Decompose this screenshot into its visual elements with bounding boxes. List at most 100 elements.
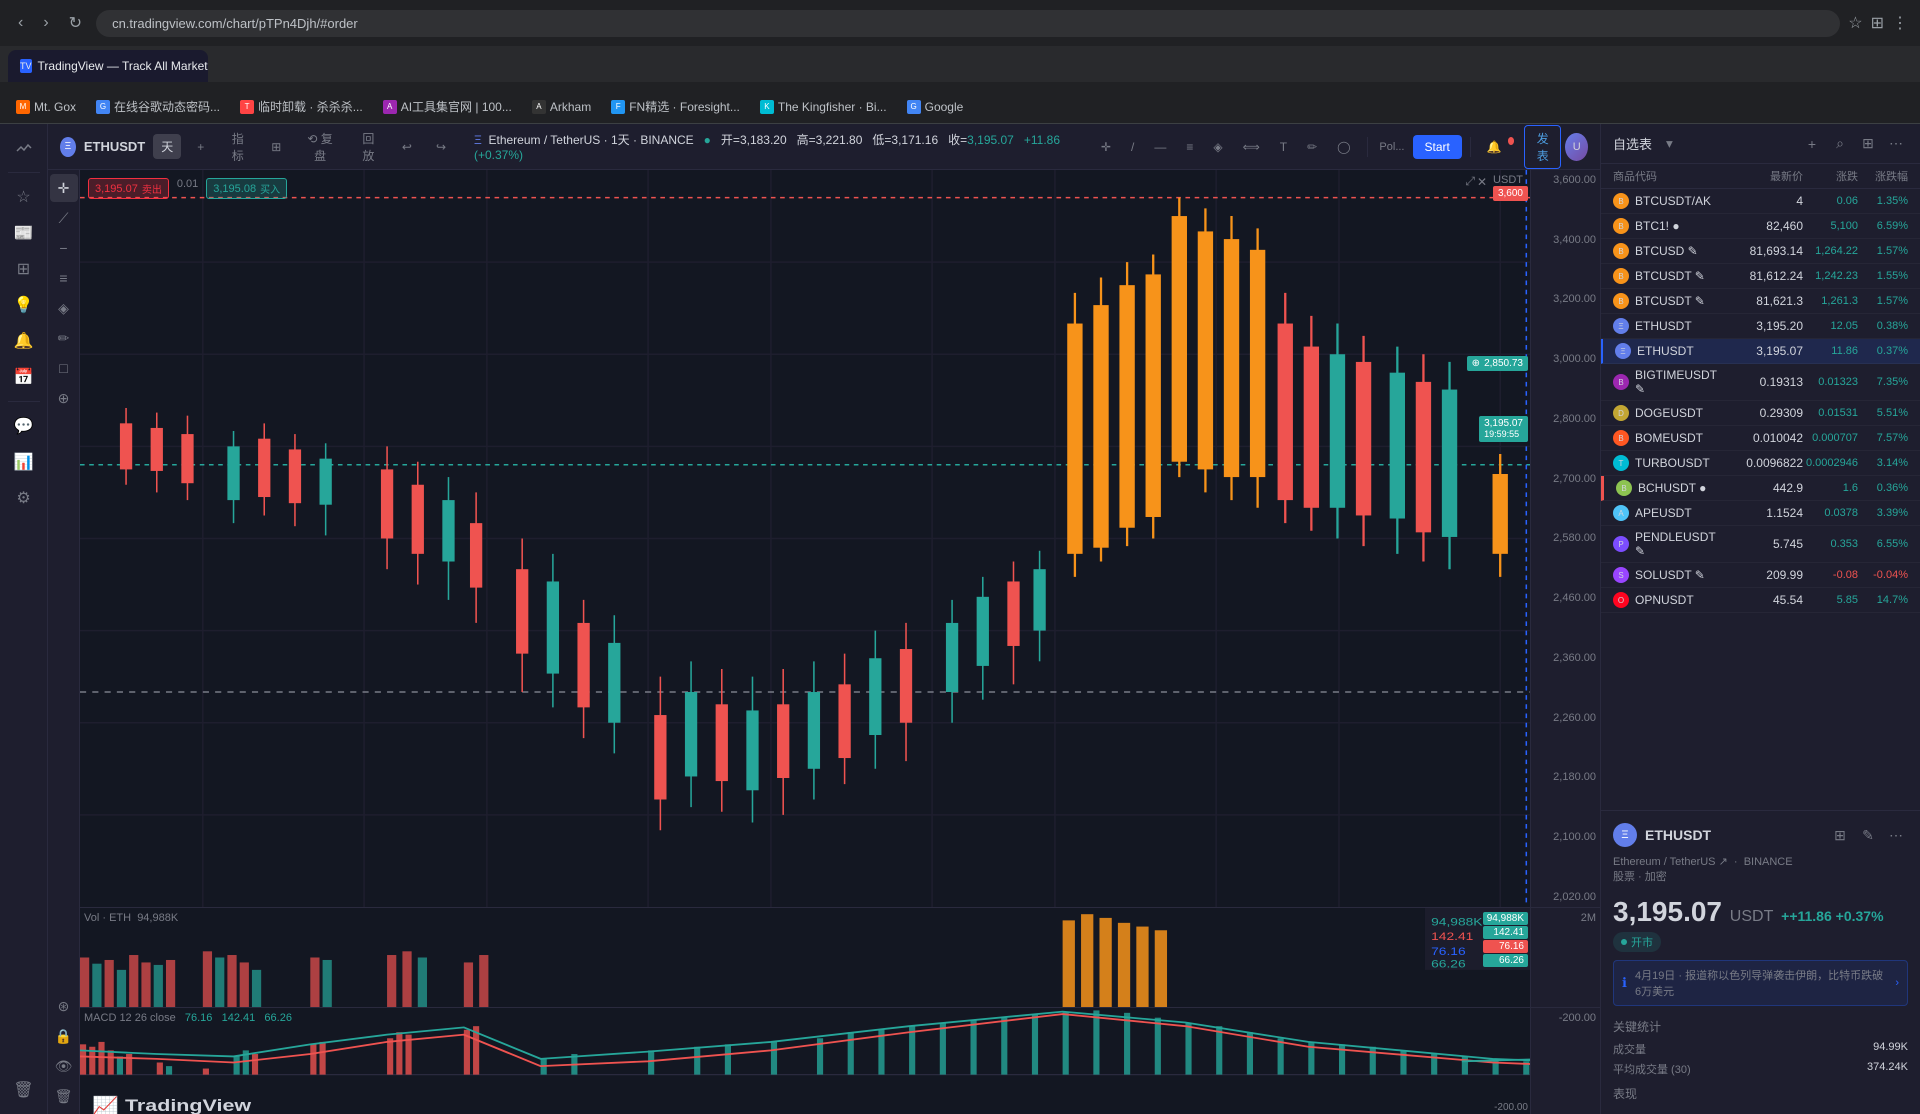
wl-row-btcusdt-ak[interactable]: B BTCUSDT/AK 4 0.06 1.35% [1601, 189, 1920, 214]
channel-tool[interactable]: ≡ [1178, 136, 1201, 158]
bookmark-mtgox[interactable]: M Mt. Gox [8, 96, 84, 118]
publish-button[interactable]: 发表 [1524, 125, 1561, 169]
add-watchlist-item[interactable]: + [1800, 132, 1824, 156]
fib-tool[interactable]: ◈ [1205, 136, 1230, 158]
brush-tool[interactable]: ✏ [1299, 136, 1325, 158]
sidebar-ideas-icon[interactable]: 💡 [8, 289, 40, 321]
bookmark-button[interactable]: ☆ [1848, 13, 1862, 33]
horizontal-line-tool[interactable]: — [1146, 136, 1174, 158]
sidebar-chat-icon[interactable]: 💬 [8, 410, 40, 442]
text-tool[interactable]: T [1272, 136, 1295, 158]
fib-draw-btn[interactable]: ◈ [50, 294, 78, 322]
extension-button[interactable]: ⊞ [1871, 13, 1884, 33]
bookmark-google-auth[interactable]: G 在线谷歌动态密码... [88, 94, 228, 119]
redo-button[interactable]: ↪ [428, 136, 454, 158]
active-tab[interactable]: TV TradingView — Track All Markets × [8, 50, 208, 82]
wl-icon-btcusdt: B [1613, 268, 1629, 284]
wl-row-btcusdt2[interactable]: B BTCUSDT ✎ 81,621.3 1,261.3 1.57% [1601, 289, 1920, 314]
watchlist-more[interactable]: ⋯ [1884, 132, 1908, 156]
sidebar-alerts-icon[interactable]: 🔔 [8, 325, 40, 357]
measure-tool[interactable]: ⟺ [1235, 136, 1268, 158]
lock-draw-btn[interactable]: 🔒 [50, 1022, 78, 1050]
wl-row-ethusdt[interactable]: Ξ ETHUSDT 3,195.20 12.05 0.38% [1601, 314, 1920, 339]
chart-info-bar: Ξ Ethereum / TetherUS · 1天 · BINANCE ● 开… [474, 131, 1085, 162]
wl-row-ape[interactable]: A APEUSDT 1.1524 0.0378 3.39% [1601, 501, 1920, 526]
wl-row-btc1[interactable]: B BTC1! ● 82,460 5,100 6.59% [1601, 214, 1920, 239]
notification-icon[interactable]: 🔔 [1479, 136, 1510, 158]
shapes-tool[interactable]: ◯ [1329, 136, 1358, 158]
performance-title: 表现 [1613, 1085, 1908, 1102]
browser-menu-button[interactable]: ⋮ [1892, 13, 1908, 33]
collapse-price-button[interactable]: ✕ [1477, 174, 1487, 189]
detail-edit-button[interactable]: ✎ [1856, 823, 1880, 847]
user-avatar[interactable]: U [1565, 133, 1588, 161]
wl-row-turbo[interactable]: T TURBOUSDT 0.0096822 0.0002946 3.14% [1601, 451, 1920, 476]
right-panel: 自选表 ▾ + ⌕ ⊞ ⋯ 商品代码 最新价 涨跌 涨跌幅 B BTCUSDT/… [1600, 124, 1920, 1114]
sidebar-recycle-icon[interactable]: 🗑 [8, 1074, 40, 1106]
wl-row-pendle[interactable]: P PENDLEUSDT ✎ 5.745 0.353 6.55% [1601, 526, 1920, 563]
bookmark-ai[interactable]: A AI工具集官网 | 100... [375, 94, 520, 119]
cursor-tool[interactable]: ✛ [50, 174, 78, 202]
detail-more-button[interactable]: ⋯ [1884, 823, 1908, 847]
wl-row-sol[interactable]: S SOLUSDT ✎ 209.99 -0.08 -0.04% [1601, 563, 1920, 588]
shapes-draw-btn[interactable]: □ [50, 354, 78, 382]
sidebar-calendar-icon[interactable]: 📅 [8, 361, 40, 393]
wl-row-bch[interactable]: B BCHUSDT ● 442.9 1.6 0.36% [1601, 476, 1920, 501]
wl-row-doge[interactable]: D DOGEUSDT 0.29309 0.01531 5.51% [1601, 401, 1920, 426]
browser-chrome: ‹ › ↻ ☆ ⊞ ⋮ TV TradingView — Track All M… [0, 0, 1920, 90]
back-button[interactable]: ‹ [12, 10, 29, 36]
buy-order-box[interactable]: 3,195.08 买入 [206, 178, 287, 199]
search-watchlist[interactable]: ⌕ [1828, 132, 1852, 156]
col-pct: 涨跌幅 [1858, 168, 1908, 184]
interval-button[interactable]: 天 [153, 134, 181, 159]
sidebar-logo[interactable] [8, 132, 40, 164]
bookmark-fn[interactable]: F FN精选 · Foresight... [603, 94, 748, 119]
watchlist-dropdown[interactable]: ▾ [1660, 134, 1679, 154]
trash-draw-btn[interactable]: 🗑 [50, 1082, 78, 1110]
news-banner[interactable]: ℹ 4月19日 · 报道称以色列导弹袭击伊朗，比特币跌破6万美元 › [1613, 960, 1908, 1006]
compare-button[interactable]: + [189, 136, 212, 158]
wl-row-bigtime[interactable]: B BIGTIMEUSDT ✎ 0.19313 0.01323 7.35% [1601, 364, 1920, 401]
main-chart[interactable]: 3,195.07 卖出 0.01 3,195.08 买入 [80, 170, 1600, 907]
sell-order-box[interactable]: 3,195.07 卖出 [88, 178, 169, 199]
bookmark-kingfisher[interactable]: K The Kingfisher · Bi... [752, 96, 895, 118]
crosshair-tool[interactable]: ✛ [1093, 136, 1119, 158]
bookmark-arkham[interactable]: A Arkham [524, 96, 599, 118]
undo-button[interactable]: ↩ [394, 136, 420, 158]
bookmark-favicon: M [16, 100, 30, 114]
wl-price-pendle: 5.745 [1723, 537, 1803, 551]
sidebar-news-icon[interactable]: 📰 [8, 217, 40, 249]
watchlist-settings[interactable]: ⊞ [1856, 132, 1880, 156]
detail-grid-button[interactable]: ⊞ [1828, 823, 1852, 847]
brush-draw-btn[interactable]: ✏ [50, 324, 78, 352]
sidebar-watchlist-icon[interactable]: ☆ [8, 181, 40, 213]
wl-row-bome[interactable]: B BOMEUSDT 0.010042 0.000707 7.57% [1601, 426, 1920, 451]
trend-line-tool[interactable]: / [1123, 136, 1142, 158]
forward-button[interactable]: › [37, 10, 54, 36]
zoom-draw-btn[interactable]: ⊕ [50, 384, 78, 412]
macd-val1: 76.16 [185, 1012, 213, 1024]
start-button[interactable]: Start [1413, 135, 1462, 159]
sidebar-settings-icon[interactable]: ⚙ [8, 482, 40, 514]
address-bar[interactable] [96, 10, 1840, 37]
replay-button[interactable]: ⟲ 复盘 [297, 126, 343, 168]
refresh-button[interactable]: ↻ [63, 9, 88, 37]
trend-draw-btn[interactable]: ⟋ [50, 204, 78, 232]
parallel-draw-btn[interactable]: ≡ [50, 264, 78, 292]
magnet-draw-btn[interactable]: ⊛ [50, 992, 78, 1020]
wl-row-btcusdt[interactable]: B BTCUSDT ✎ 81,612.24 1,242.23 1.55% [1601, 264, 1920, 289]
wl-row-btcusd[interactable]: B BTCUSD ✎ 81,693.14 1,264.22 1.57% [1601, 239, 1920, 264]
eye-draw-btn[interactable]: 👁 [50, 1052, 78, 1080]
price-level-3000: 3,000.00 [1535, 353, 1596, 365]
bookmark-google[interactable]: G Google [899, 96, 972, 118]
alert-button[interactable]: 回放 [351, 126, 386, 168]
sidebar-screener-icon[interactable]: ⊞ [8, 253, 40, 285]
wl-row-ethusdt-active[interactable]: Ξ ETHUSDT 3,195.07 11.86 0.37% [1601, 339, 1920, 364]
sidebar-portfolio-icon[interactable]: 📊 [8, 446, 40, 478]
indicators-button[interactable]: 指标 [220, 126, 255, 168]
templates-button[interactable]: ⊞ [263, 136, 289, 158]
wl-row-opn[interactable]: O OPNUSDT 45.54 5.85 14.7% [1601, 588, 1920, 613]
hl-draw-btn[interactable]: − [50, 234, 78, 262]
expand-price-button[interactable]: ⤢ [1465, 174, 1475, 189]
bookmark-temp[interactable]: T 临时卸载 · 杀杀杀... [232, 94, 371, 119]
